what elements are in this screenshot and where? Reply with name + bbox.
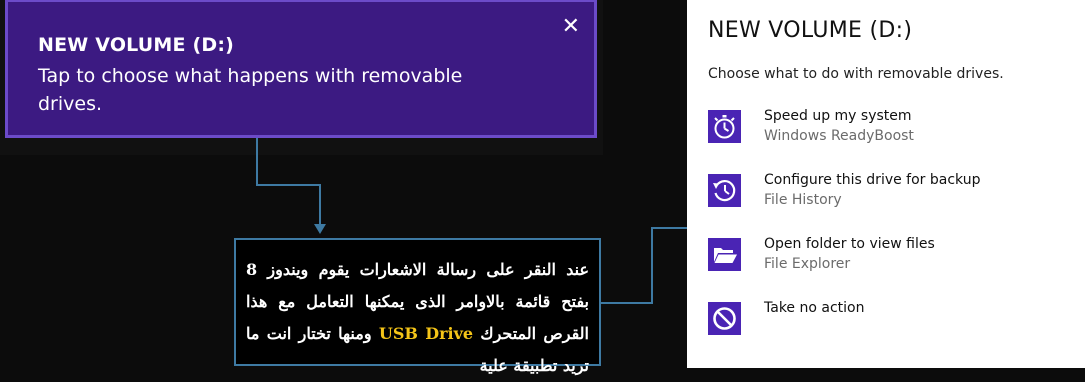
option-speed-up-system[interactable]: Speed up my system Windows ReadyBoost: [708, 108, 1068, 158]
option-take-no-action[interactable]: Take no action: [708, 300, 1068, 350]
no-action-icon: [708, 302, 741, 335]
arrow-head-down: [314, 224, 326, 234]
callout-highlight: USB Drive: [378, 324, 474, 343]
arrow-toast-to-callout: [256, 138, 321, 226]
option-title: Take no action: [764, 300, 865, 316]
autoplay-panel: NEW VOLUME (D:) Choose what to do with r…: [687, 0, 1085, 368]
explanation-callout: عند النقر على رسالة الاشعارات يقوم ويندو…: [234, 238, 601, 375]
option-subtitle: File History: [764, 192, 842, 208]
option-title: Speed up my system: [764, 108, 912, 124]
stopwatch-icon: [708, 110, 741, 143]
option-subtitle: Windows ReadyBoost: [764, 128, 914, 144]
arrow-callout-to-panel: [601, 227, 690, 304]
panel-title: NEW VOLUME (D:): [708, 18, 913, 43]
history-clock-icon: [708, 174, 741, 207]
option-subtitle: File Explorer: [764, 256, 851, 272]
panel-subtitle: Choose what to do with removable drives.: [708, 66, 1004, 82]
option-configure-backup[interactable]: Configure this drive for backup File His…: [708, 172, 1068, 222]
option-title: Configure this drive for backup: [764, 172, 981, 188]
option-open-folder[interactable]: Open folder to view files File Explorer: [708, 236, 1068, 286]
option-title: Open folder to view files: [764, 236, 935, 252]
folder-open-icon: [708, 238, 741, 271]
